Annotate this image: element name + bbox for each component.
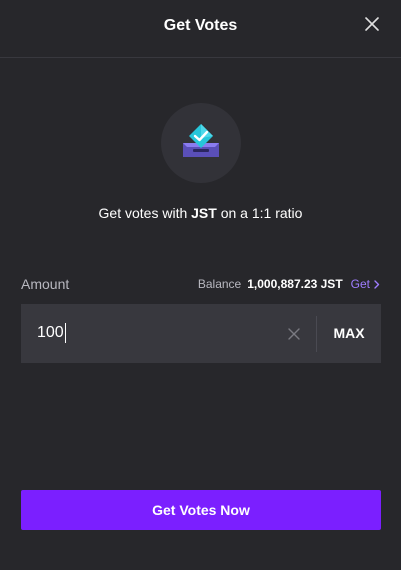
get-link[interactable]: Get — [351, 277, 380, 291]
get-votes-now-button[interactable]: Get Votes Now — [21, 490, 381, 530]
max-button[interactable]: MAX — [317, 304, 381, 363]
ballot-box-icon-container — [161, 103, 241, 183]
chevron-right-icon — [374, 279, 380, 289]
tagline: Get votes with JST on a 1:1 ratio — [0, 205, 401, 221]
dialog-header: Get Votes — [0, 0, 401, 58]
tagline-suffix: on a 1:1 ratio — [216, 205, 303, 221]
balance-label: Balance — [197, 277, 242, 291]
amount-input[interactable]: 100 — [37, 323, 66, 343]
dialog-title: Get Votes — [163, 17, 238, 34]
tagline-token: JST — [191, 205, 217, 221]
close-icon[interactable] — [363, 15, 381, 33]
text-caret — [64, 323, 66, 343]
clear-icon[interactable] — [287, 327, 301, 341]
get-link-label: Get — [350, 277, 370, 291]
tagline-prefix: Get votes with — [98, 205, 192, 221]
ballot-box-icon — [183, 124, 219, 157]
balance-row: Balance 1,000,887.23 JST Get — [198, 277, 380, 291]
balance-value: 1,000,887.23 JST — [247, 277, 343, 291]
amount-input-box[interactable]: 100 MAX — [21, 304, 381, 363]
get-votes-dialog: Get Votes Get votes with JST on a 1:1 ra… — [0, 0, 401, 570]
amount-label: Amount — [21, 276, 70, 292]
amount-input-value: 100 — [37, 324, 64, 341]
